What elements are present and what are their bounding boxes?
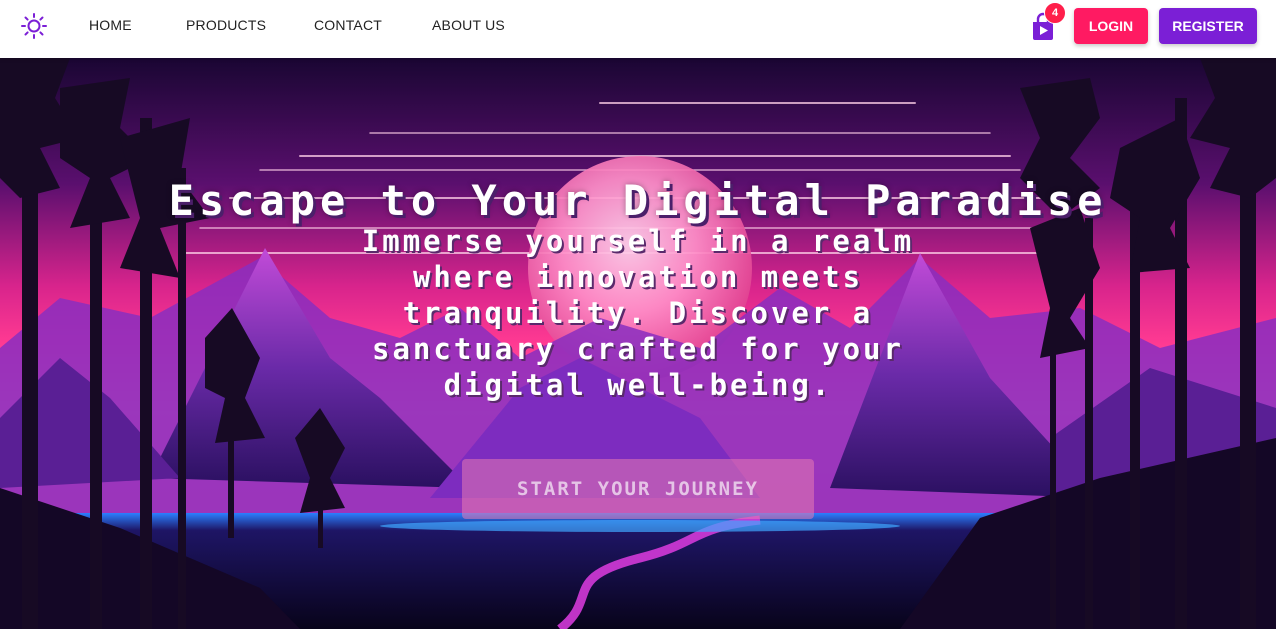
nav-link-about-us[interactable]: ABOUT US [432, 17, 505, 33]
hero-title: Escape to Your Digital Paradise [168, 176, 1108, 225]
nav-link-contact[interactable]: CONTACT [314, 17, 382, 33]
start-journey-button[interactable]: START YOUR JOURNEY [462, 459, 814, 519]
hero-section: Escape to Your Digital Paradise Immerse … [0, 58, 1276, 629]
nav-link-products[interactable]: PRODUCTS [186, 17, 266, 33]
hero-subtitle: Immerse yourself in a realm where innova… [361, 224, 915, 402]
register-button[interactable]: REGISTER [1159, 8, 1257, 44]
navbar: HOME PRODUCTS CONTACT ABOUT US 4 LOGIN R… [0, 0, 1276, 58]
nav-link-home[interactable]: HOME [89, 17, 132, 33]
cart-count-badge: 4 [1044, 2, 1066, 24]
login-button[interactable]: LOGIN [1074, 8, 1148, 44]
sun-icon[interactable] [20, 12, 48, 40]
